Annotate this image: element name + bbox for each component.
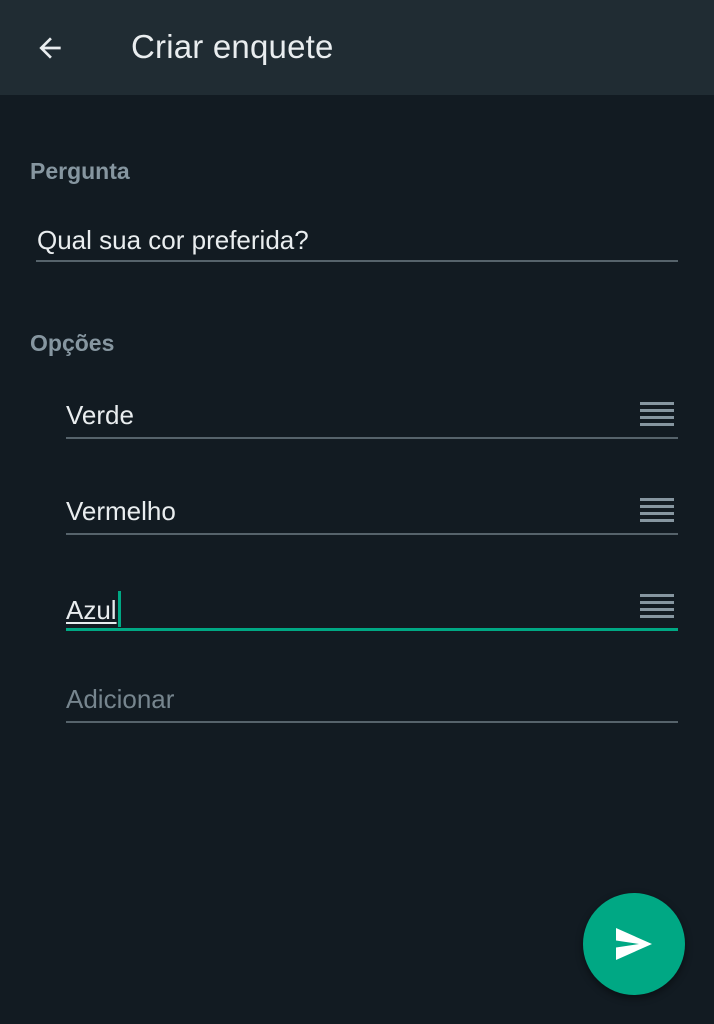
option-input-2[interactable]: Vermelho	[66, 485, 678, 535]
create-poll-screen: Criar enquete Pergunta Qual sua cor pref…	[0, 0, 714, 1024]
option-value: Vermelho	[66, 496, 176, 526]
drag-handle-icon[interactable]	[640, 593, 674, 621]
option-input-1[interactable]: Verde	[66, 389, 678, 439]
option-value: Azul	[66, 595, 117, 625]
question-label: Pergunta	[30, 158, 130, 184]
add-option-input[interactable]: Adicionar	[66, 673, 678, 723]
option-value: Verde	[66, 400, 134, 430]
send-button[interactable]	[583, 893, 685, 995]
send-icon	[616, 928, 652, 960]
question-input[interactable]: Qual sua cor preferida?	[36, 216, 678, 262]
options-label: Opções	[30, 330, 115, 356]
add-option-placeholder: Adicionar	[66, 684, 175, 714]
option-input-3[interactable]: Azul	[66, 581, 678, 631]
option-value-container: Azul	[66, 591, 121, 627]
text-cursor	[117, 591, 121, 627]
drag-handle-icon[interactable]	[640, 497, 674, 525]
app-bar: Criar enquete	[0, 0, 714, 95]
drag-handle-icon[interactable]	[640, 401, 674, 429]
arrow-left-icon	[39, 37, 61, 59]
question-value: Qual sua cor preferida?	[37, 225, 309, 255]
page-title: Criar enquete	[131, 28, 334, 65]
back-button[interactable]	[22, 20, 78, 76]
